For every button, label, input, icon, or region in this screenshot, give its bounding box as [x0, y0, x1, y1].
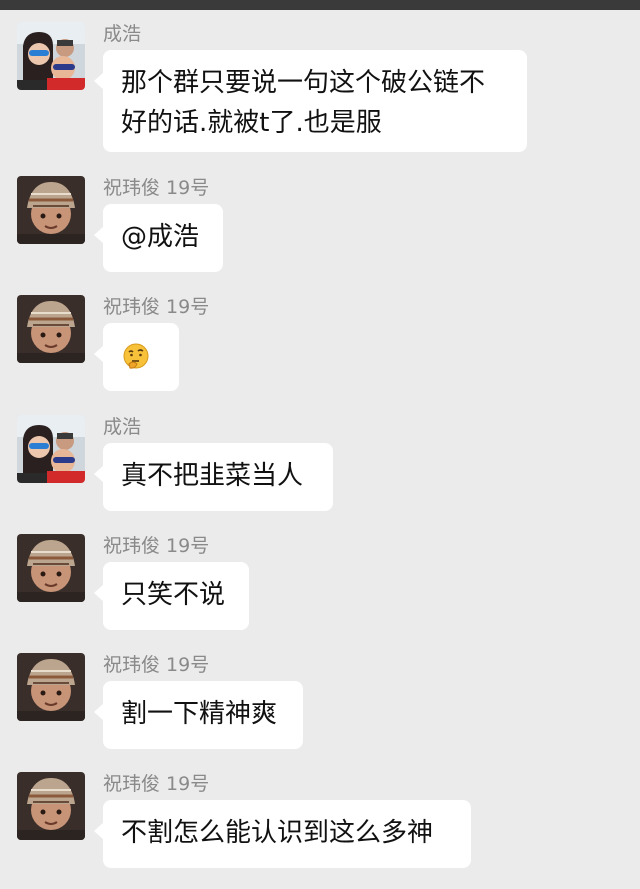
sender-name: 祝玮俊 19号: [103, 654, 210, 676]
thinking-face-icon: [121, 342, 151, 372]
message-bubble[interactable]: 割一下精神爽: [94, 681, 303, 749]
message-bubble[interactable]: 真不把韭菜当人: [94, 443, 333, 511]
sender-name: 成浩: [103, 23, 142, 45]
message-bubble[interactable]: 那个群只要说一句这个破公链不好的话.就被t了.也是服: [94, 50, 527, 152]
message-bubble[interactable]: 只笑不说: [94, 562, 249, 630]
sender-name: 祝玮俊 19号: [103, 296, 210, 318]
knit-hat-kid-avatar[interactable]: [17, 295, 85, 363]
message-bubble[interactable]: @成浩: [94, 204, 223, 272]
knit-hat-kid-avatar[interactable]: [17, 653, 85, 721]
message-bubble[interactable]: 不割怎么能认识到这么多神: [94, 800, 471, 868]
message-bubble[interactable]: [94, 323, 179, 391]
couple-photo-avatar[interactable]: [17, 22, 85, 90]
knit-hat-kid-avatar[interactable]: [17, 534, 85, 602]
sender-name: 祝玮俊 19号: [103, 773, 210, 795]
sender-name: 祝玮俊 19号: [103, 177, 210, 199]
knit-hat-kid-avatar[interactable]: [17, 772, 85, 840]
status-bar: [0, 0, 640, 10]
sender-name: 成浩: [103, 416, 142, 438]
couple-photo-avatar[interactable]: [17, 415, 85, 483]
sender-name: 祝玮俊 19号: [103, 535, 210, 557]
knit-hat-kid-avatar[interactable]: [17, 176, 85, 244]
